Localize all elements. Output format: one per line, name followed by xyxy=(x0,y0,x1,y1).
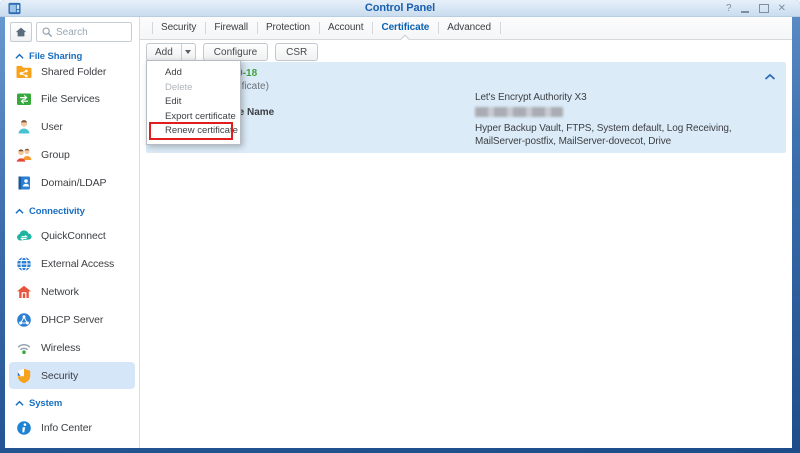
sidebar-item-domain-ldap[interactable]: Domain/LDAP xyxy=(9,169,135,196)
sidebar-item-label: Shared Folder xyxy=(41,65,107,78)
add-button-label: Add xyxy=(155,46,173,58)
help-icon[interactable]: ? xyxy=(726,3,732,14)
sidebar-item-label: Security xyxy=(41,369,79,382)
tab-firewall[interactable]: Firewall xyxy=(205,17,257,39)
info-center-icon xyxy=(15,419,33,437)
sidebar: File Sharing Shared Folder File Services… xyxy=(5,17,140,448)
sidebar-item-label: Group xyxy=(41,148,70,161)
user-icon xyxy=(15,118,33,136)
chevron-up-icon xyxy=(15,208,24,214)
sidebar-item-network[interactable]: Network xyxy=(9,278,135,305)
section-label: Connectivity xyxy=(29,205,85,217)
window-titlebar: Control Panel ? ✕ xyxy=(0,0,800,17)
collapse-card-icon[interactable] xyxy=(764,73,776,81)
sidebar-item-label: External Access xyxy=(41,257,115,270)
sidebar-item-label: User xyxy=(41,120,63,133)
tab-bar: Security Firewall Protection Account Cer… xyxy=(140,17,792,45)
dhcp-server-icon xyxy=(15,311,33,329)
sidebar-item-label: File Services xyxy=(41,92,100,105)
sidebar-item-file-services[interactable]: File Services xyxy=(9,85,135,112)
minimize-icon[interactable] xyxy=(741,3,750,14)
add-dropdown-toggle[interactable] xyxy=(180,44,195,60)
tab-account[interactable]: Account xyxy=(319,17,372,39)
sidebar-item-external-access[interactable]: External Access xyxy=(9,250,135,277)
shared-folder-icon xyxy=(15,63,33,81)
toolbar: Add Configure CSR xyxy=(146,43,319,61)
sidebar-item-shared-folder[interactable]: Shared Folder xyxy=(9,58,135,85)
issued-by-value: Let's Encrypt Authority X3 xyxy=(475,92,587,103)
search-input[interactable] xyxy=(56,26,126,38)
annotation-highlight-box xyxy=(149,122,233,140)
sidebar-section-connectivity[interactable]: Connectivity xyxy=(5,203,139,219)
sidebar-item-group[interactable]: Group xyxy=(9,141,135,168)
desktop-frame: Control Panel ? ✕ Search File Sharing Sh… xyxy=(0,0,800,453)
search-icon xyxy=(42,27,52,37)
control-panel-window: File Sharing Shared Folder File Services… xyxy=(5,17,792,448)
tab-advanced[interactable]: Advanced xyxy=(438,17,501,39)
sidebar-item-quickconnect[interactable]: QuickConnect xyxy=(9,222,135,249)
sidebar-item-label: QuickConnect xyxy=(41,229,106,242)
tab-certificate[interactable]: Certificate xyxy=(372,17,438,45)
window-title: Control Panel xyxy=(364,2,436,14)
add-button[interactable]: Add xyxy=(146,43,196,61)
menu-item-edit[interactable]: Edit xyxy=(147,95,240,110)
tab-label: Certificate xyxy=(381,22,430,33)
sidebar-item-label: DHCP Server xyxy=(41,313,104,326)
csr-button[interactable]: CSR xyxy=(275,43,319,61)
external-access-icon xyxy=(15,255,33,273)
chevron-up-icon xyxy=(15,400,24,406)
sidebar-item-dhcp-server[interactable]: DHCP Server xyxy=(9,306,135,333)
sidebar-section-system[interactable]: System xyxy=(5,395,139,411)
wireless-icon xyxy=(15,339,33,357)
domain-ldap-icon xyxy=(15,174,33,192)
sidebar-item-label: Info Center xyxy=(41,421,92,434)
home-icon xyxy=(15,27,27,37)
sidebar-item-user[interactable]: User xyxy=(9,113,135,140)
group-icon xyxy=(15,146,33,164)
file-services-icon xyxy=(15,90,33,108)
tab-security[interactable]: Security xyxy=(152,17,205,39)
security-icon xyxy=(15,367,33,385)
close-icon[interactable]: ✕ xyxy=(778,3,786,14)
sidebar-item-wireless[interactable]: Wireless xyxy=(9,334,135,361)
sidebar-item-security[interactable]: Security xyxy=(9,362,135,389)
tab-protection[interactable]: Protection xyxy=(256,17,319,39)
redacted-san-value xyxy=(475,107,563,117)
home-button[interactable] xyxy=(10,22,32,42)
menu-item-delete: Delete xyxy=(165,81,193,93)
active-tab-notch xyxy=(400,34,411,45)
certificate-card[interactable]: 2019-10-18 (Default certificate) Subject… xyxy=(146,62,786,153)
section-label: System xyxy=(29,397,63,409)
sidebar-item-info-center[interactable]: Info Center xyxy=(9,414,135,441)
maximize-icon[interactable] xyxy=(759,3,769,14)
window-controls: ? ✕ xyxy=(726,3,786,14)
chevron-down-icon xyxy=(185,50,192,54)
services-value: Hyper Backup Vault, FTPS, System default… xyxy=(475,123,732,147)
quickconnect-icon xyxy=(15,227,33,245)
menu-item-add[interactable]: Add xyxy=(147,66,240,81)
sidebar-item-label: Domain/LDAP xyxy=(41,176,107,189)
network-icon xyxy=(15,283,33,301)
sidebar-item-label: Network xyxy=(41,285,79,298)
configure-button[interactable]: Configure xyxy=(202,43,269,61)
search-box[interactable] xyxy=(36,22,132,42)
sidebar-item-label: Wireless xyxy=(41,341,81,354)
